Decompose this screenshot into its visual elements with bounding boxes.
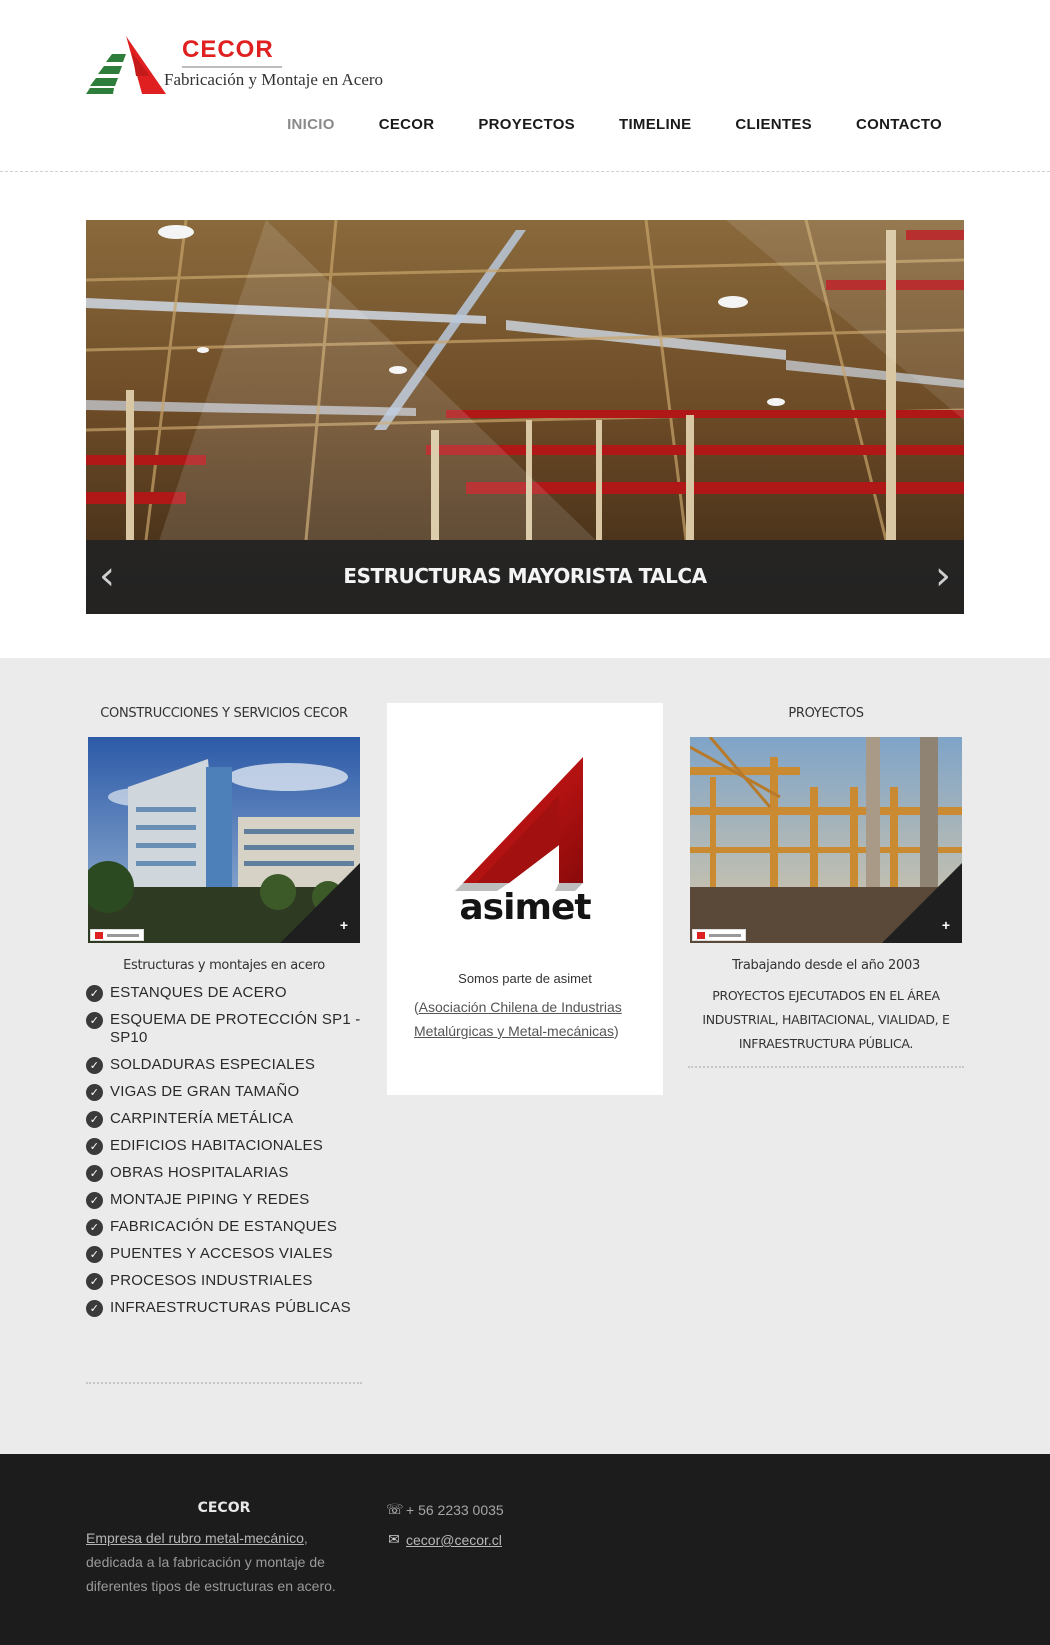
asimet-link[interactable]: Asociación Chilena de Industrias Metalúr…	[414, 999, 622, 1039]
asimet-description: (Asociación Chilena de Industrias Metalú…	[414, 995, 624, 1043]
main-nav: INICIO CECOR PROYECTOS TIMELINE CLIENTES…	[243, 116, 942, 133]
slide-caption: ESTRUCTURAS MAYORISTA TALCA	[343, 564, 707, 588]
slider-next-button[interactable]: ›	[930, 556, 956, 598]
check-circle-icon: ✓	[86, 1219, 103, 1236]
service-label: PUENTES Y ACCESOS VIALES	[110, 1245, 333, 1262]
list-item: ✓ ESTANQUES DE ACERO	[86, 984, 366, 1002]
asimet-card: asimet Somos parte de asimet (Asociación…	[387, 703, 663, 1095]
service-label: PROCESOS INDUSTRIALES	[110, 1272, 313, 1289]
right-column-divider	[688, 1066, 964, 1068]
asimet-intro: Somos parte de asimet	[458, 971, 592, 986]
cecor-watermark	[692, 929, 746, 941]
list-item: ✓ CARPINTERÍA METÁLICA	[86, 1110, 366, 1128]
footer-description: Empresa del rubro metal-mecánico, dedica…	[86, 1526, 362, 1598]
list-item: ✓ PUENTES Y ACCESOS VIALES	[86, 1245, 366, 1263]
list-item: ✓ PROCESOS INDUSTRIALES	[86, 1272, 366, 1290]
left-column-photo[interactable]: +	[88, 737, 360, 943]
expand-icon[interactable]: +	[340, 917, 348, 933]
service-label: INFRAESTRUCTURAS PÚBLICAS	[110, 1299, 351, 1316]
left-column-title: CONSTRUCCIONES Y SERVICIOS CECOR	[100, 706, 348, 721]
site-header: CECOR Fabricación y Montaje en Acero INI…	[0, 0, 1050, 172]
asimet-wordmark: asimet	[459, 887, 591, 928]
nav-proyectos[interactable]: PROYECTOS	[478, 116, 575, 133]
service-label: ESQUEMA DE PROTECCIÓN SP1 - SP10	[110, 1011, 361, 1046]
check-circle-icon: ✓	[86, 1165, 103, 1182]
services-list: ✓ ESTANQUES DE ACERO ✓ ESQUEMA DE PROTECCI…	[86, 984, 366, 1326]
check-circle-icon: ✓	[86, 1246, 103, 1263]
service-label: SOLDADURAS ESPECIALES	[110, 1056, 316, 1073]
expand-icon[interactable]: +	[942, 917, 950, 933]
check-circle-icon: ✓	[86, 1012, 103, 1029]
photo-corner	[882, 863, 962, 943]
footer-title: CECOR	[197, 1500, 251, 1516]
list-item: ✓ MONTAJE PIPING Y REDES	[86, 1191, 366, 1209]
check-circle-icon: ✓	[86, 1192, 103, 1209]
footer-desc-link[interactable]: Empresa del rubro metal-mecánico	[86, 1530, 304, 1546]
nav-clientes[interactable]: CLIENTES	[735, 116, 812, 133]
phone-icon: ☏	[386, 1502, 404, 1518]
slide-caption-bar: ‹ ESTRUCTURAS MAYORISTA TALCA ›	[86, 540, 964, 614]
site-logo[interactable]: CECOR Fabricación y Montaje en Acero	[86, 34, 383, 104]
check-circle-icon: ✓	[86, 985, 103, 1002]
nav-timeline[interactable]: TIMELINE	[619, 116, 691, 133]
right-column-title: PROYECTOS	[788, 706, 864, 721]
cecor-watermark	[90, 929, 144, 941]
hero-slider[interactable]: ‹ ESTRUCTURAS MAYORISTA TALCA ›	[86, 220, 964, 614]
right-column-photo[interactable]: +	[690, 737, 962, 943]
logo-rule	[182, 66, 282, 68]
list-item: ✓ INFRAESTRUCTURAS PÚBLICAS	[86, 1299, 366, 1317]
photo-corner	[280, 863, 360, 943]
nav-inicio[interactable]: INICIO	[287, 116, 335, 133]
contact-email: ✉ cecor@cecor.cl	[386, 1532, 502, 1548]
logo-mark-icon	[86, 36, 166, 94]
list-item: ✓ ESQUEMA DE PROTECCIÓN SP1 - SP10	[86, 1011, 366, 1047]
right-photo-caption: Trabajando desde el año 2003	[732, 958, 920, 973]
check-circle-icon: ✓	[86, 1273, 103, 1290]
check-circle-icon: ✓	[86, 1138, 103, 1155]
check-circle-icon: ✓	[86, 1057, 103, 1074]
projects-description: PROYECTOS EJECUTADOS EN EL ÁREA INDUSTRI…	[702, 988, 950, 1051]
site-footer: CECOR Empresa del rubro metal-mecánico, …	[0, 1454, 1050, 1645]
contact-phone: ☏ + 56 2233 0035	[386, 1502, 504, 1518]
service-label: OBRAS HOSPITALARIAS	[110, 1164, 289, 1181]
phone-number: + 56 2233 0035	[406, 1502, 504, 1518]
list-item: ✓ FABRICACIÓN DE ESTANQUES	[86, 1218, 366, 1236]
service-label: ESTANQUES DE ACERO	[110, 984, 287, 1001]
close-paren: )	[613, 1023, 619, 1039]
list-item: ✓ EDIFICIOS HABITACIONALES	[86, 1137, 366, 1155]
nav-contacto[interactable]: CONTACTO	[856, 116, 942, 133]
service-label: VIGAS DE GRAN TAMAÑO	[110, 1083, 300, 1100]
list-item: ✓ VIGAS DE GRAN TAMAÑO	[86, 1083, 366, 1101]
check-circle-icon: ✓	[86, 1300, 103, 1317]
check-circle-icon: ✓	[86, 1111, 103, 1128]
email-icon: ✉	[388, 1532, 400, 1548]
left-column-divider	[86, 1382, 362, 1384]
check-circle-icon: ✓	[86, 1084, 103, 1101]
list-item: ✓ OBRAS HOSPITALARIAS	[86, 1164, 366, 1182]
logo-tagline: Fabricación y Montaje en Acero	[164, 70, 384, 89]
logo-brand-text: CECOR	[182, 36, 274, 63]
left-photo-caption: Estructuras y montajes en acero	[123, 958, 325, 973]
service-label: EDIFICIOS HABITACIONALES	[110, 1137, 323, 1154]
list-item: ✓ SOLDADURAS ESPECIALES	[86, 1056, 366, 1074]
service-label: CARPINTERÍA METÁLICA	[110, 1110, 294, 1127]
email-link[interactable]: cecor@cecor.cl	[406, 1532, 502, 1548]
service-label: MONTAJE PIPING Y REDES	[110, 1191, 310, 1208]
nav-cecor[interactable]: CECOR	[379, 116, 435, 133]
service-label: FABRICACIÓN DE ESTANQUES	[110, 1218, 338, 1235]
